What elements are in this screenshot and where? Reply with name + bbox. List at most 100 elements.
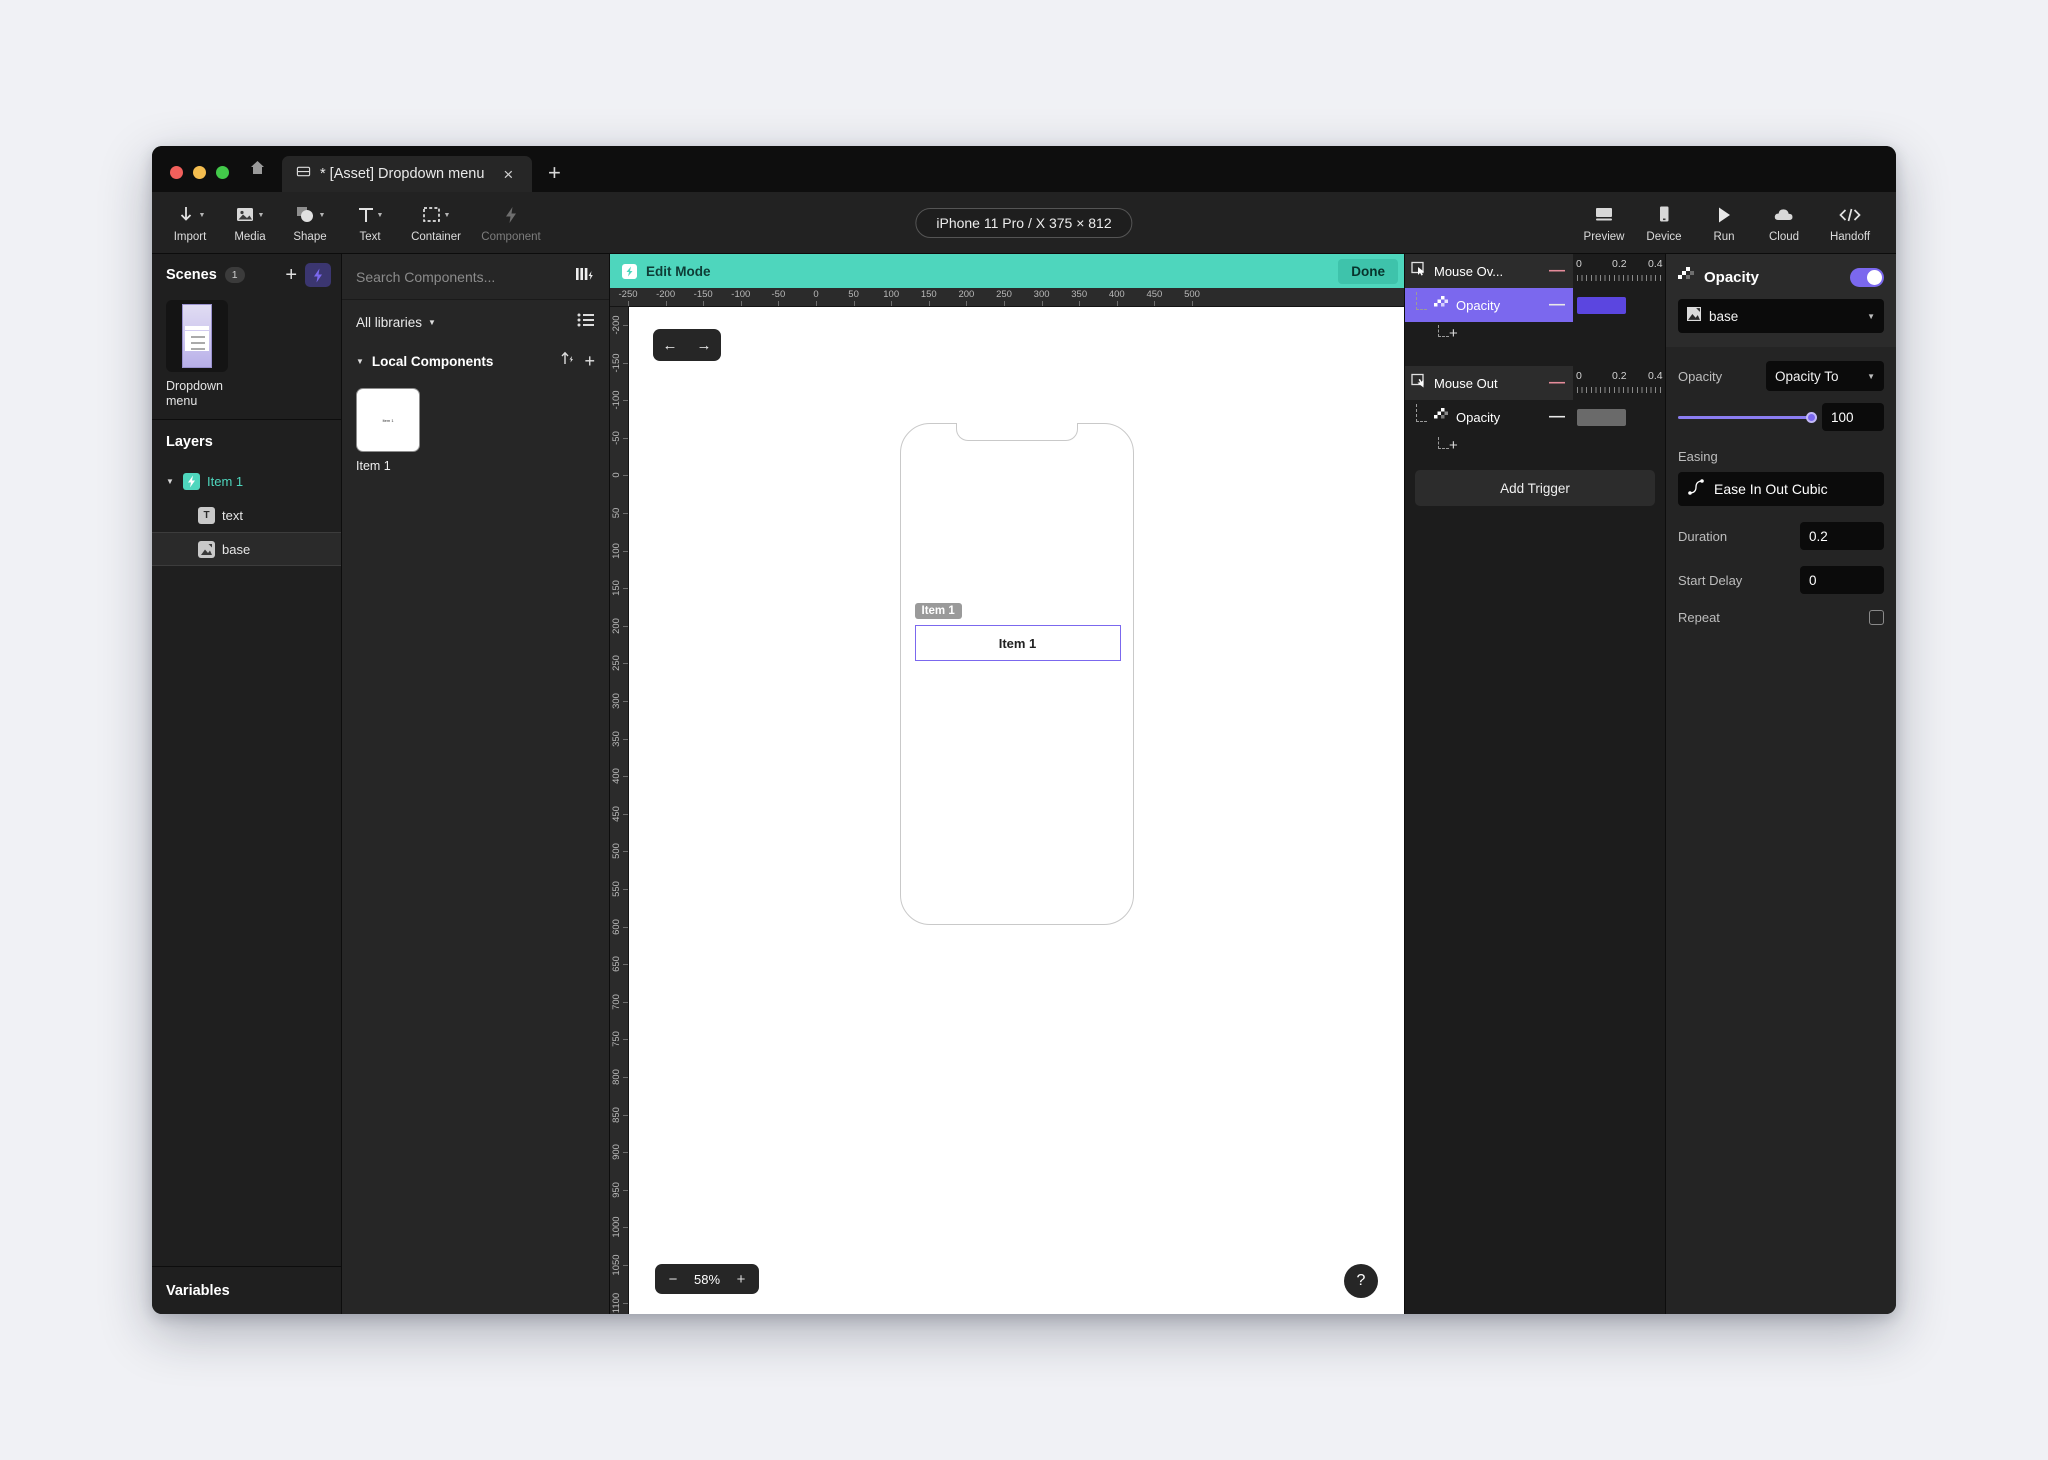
libraries-selector[interactable]: All libraries ▼: [342, 300, 609, 344]
selected-element[interactable]: Item 1 Item 1: [914, 603, 1121, 661]
remove-trigger-button[interactable]: —: [1549, 375, 1565, 390]
opacity-value-field[interactable]: 100: [1822, 403, 1884, 431]
ruler-v-label: 0: [611, 472, 622, 479]
minimize-window-button[interactable]: [193, 166, 206, 179]
ruler-h-tick: [778, 301, 780, 306]
target-layer-select[interactable]: base ▼: [1678, 299, 1884, 333]
ruler-h-tick: [740, 301, 742, 306]
component-card-item1[interactable]: Item 1: [356, 388, 420, 452]
ruler-v-tick: [623, 926, 628, 928]
ruler-v-label: 350: [611, 730, 622, 747]
tool-preview[interactable]: Preview: [1574, 195, 1634, 251]
ruler-v-label: 550: [611, 881, 622, 897]
layer-row-item1[interactable]: ▼ Item 1: [152, 464, 341, 498]
tool-run[interactable]: Run: [1694, 195, 1754, 251]
help-button[interactable]: ?: [1344, 1264, 1378, 1298]
ruler-v-label: 50: [611, 507, 622, 519]
tool-import[interactable]: ▼ Import: [160, 195, 220, 251]
chevron-down-icon[interactable]: ▼: [356, 357, 364, 366]
zoom-in-button[interactable]: +: [727, 1271, 755, 1288]
trigger-row-mouse-over[interactable]: Mouse Ov... —: [1405, 254, 1573, 288]
easing-select[interactable]: Ease In Out Cubic: [1678, 472, 1884, 506]
nav-forward-button[interactable]: →: [687, 337, 721, 354]
timeline-property-opacity-out[interactable]: Opacity —: [1405, 400, 1573, 434]
layer-label: Item 1: [207, 473, 244, 489]
done-button[interactable]: Done: [1338, 258, 1398, 284]
zoom-value[interactable]: 58%: [687, 1272, 727, 1287]
tool-container[interactable]: ▼ Container: [400, 195, 472, 251]
remove-trigger-button[interactable]: —: [1549, 263, 1565, 278]
list-view-icon[interactable]: [577, 313, 595, 332]
ruler-v-tick: [623, 1077, 628, 1078]
maximize-window-button[interactable]: [216, 166, 229, 179]
device-phone-icon: [1656, 202, 1672, 228]
horizontal-ruler: -250 -200 -150 -100 -50 0 50 100 150 200 250 300 350…: [610, 288, 1404, 307]
tool-component[interactable]: Component: [472, 195, 550, 251]
tool-device[interactable]: Device: [1634, 195, 1694, 251]
start-delay-label: Start Delay: [1678, 572, 1743, 588]
tl-tick-1: 0.2: [1612, 370, 1627, 382]
slider-knob[interactable]: [1806, 411, 1817, 423]
opacity-mode-select[interactable]: Opacity To ▼: [1766, 361, 1884, 391]
ruler-v-tick: [623, 325, 628, 326]
new-tab-button[interactable]: +: [532, 162, 575, 192]
device-selector[interactable]: iPhone 11 Pro / X 375 × 812: [915, 207, 1133, 238]
selection-box[interactable]: Item 1: [914, 625, 1121, 661]
ruler-h-tick: [703, 301, 705, 306]
tool-media[interactable]: ▼ Media: [220, 195, 280, 251]
duration-field[interactable]: 0.2: [1800, 522, 1884, 550]
layers-list: ▼ Item 1 T text base: [152, 464, 341, 1266]
ruler-v-tick: [623, 1265, 628, 1266]
duration-label: Duration: [1678, 528, 1728, 544]
add-property-button[interactable]: +: [1449, 438, 1458, 453]
device-notch: [955, 423, 1078, 441]
layer-row-base[interactable]: base: [152, 532, 341, 566]
add-property-row-over: +: [1405, 322, 1573, 344]
repeat-checkbox[interactable]: [1869, 610, 1884, 625]
add-component-button[interactable]: +: [584, 352, 595, 370]
home-button[interactable]: [243, 159, 282, 192]
search-input[interactable]: [356, 268, 567, 285]
variables-section[interactable]: Variables: [152, 1266, 341, 1314]
tool-text[interactable]: ▼ Text: [340, 195, 400, 251]
add-scene-button[interactable]: +: [285, 265, 297, 285]
sort-icon[interactable]: [560, 351, 576, 371]
add-trigger-button[interactable]: Add Trigger: [1415, 470, 1655, 506]
interactions-toggle-button[interactable]: [305, 263, 331, 287]
chevron-down-icon[interactable]: ▼: [166, 477, 176, 486]
add-property-button[interactable]: +: [1449, 326, 1458, 341]
timeline-property-opacity-over[interactable]: Opacity —: [1405, 288, 1573, 322]
document-tab[interactable]: * [Asset] Dropdown menu ×: [282, 156, 532, 192]
close-window-button[interactable]: [170, 166, 183, 179]
tool-shape[interactable]: ▼ Shape: [280, 195, 340, 251]
ruler-v-tick: [623, 1227, 628, 1229]
scene-thumbnail[interactable]: [166, 300, 228, 372]
libraries-label: All libraries: [356, 314, 423, 330]
component-bolt-icon: [502, 202, 520, 228]
keyframe-bar[interactable]: [1577, 296, 1626, 314]
keyframe-cell-out[interactable]: [1573, 400, 1665, 434]
close-tab-icon[interactable]: ×: [503, 166, 513, 183]
start-delay-field[interactable]: 0: [1800, 566, 1884, 594]
local-components-group[interactable]: ▼ Local Components +: [342, 344, 609, 378]
canvas-column: Edit Mode Done -250 -200 -150 -100 -50 0 50 100…: [610, 254, 1404, 1314]
layer-row-text[interactable]: T text: [152, 498, 341, 532]
remove-property-button[interactable]: —: [1549, 297, 1565, 312]
trigger-row-mouse-out[interactable]: Mouse Out —: [1405, 366, 1573, 400]
remove-property-button[interactable]: —: [1549, 409, 1565, 424]
ruler-v-tick: [623, 400, 628, 402]
zoom-out-button[interactable]: −: [659, 1271, 687, 1288]
opacity-enabled-toggle[interactable]: [1850, 267, 1884, 287]
opacity-slider[interactable]: [1678, 411, 1817, 423]
window-controls: [152, 166, 243, 192]
ruler-h-label: -50: [771, 289, 786, 300]
keyframe-cell-over[interactable]: [1573, 288, 1665, 322]
nav-back-button[interactable]: ←: [653, 337, 687, 354]
cloud-icon: [1773, 202, 1795, 228]
ruler-h-tick: [1004, 301, 1005, 306]
tool-cloud[interactable]: Cloud: [1754, 195, 1814, 251]
filter-bars-icon[interactable]: [575, 265, 595, 288]
keyframe-bar[interactable]: [1577, 408, 1626, 426]
tool-handoff[interactable]: Handoff: [1814, 195, 1886, 251]
artboard[interactable]: ← → Item 1 Item 1 − 58% + ?: [629, 307, 1404, 1314]
